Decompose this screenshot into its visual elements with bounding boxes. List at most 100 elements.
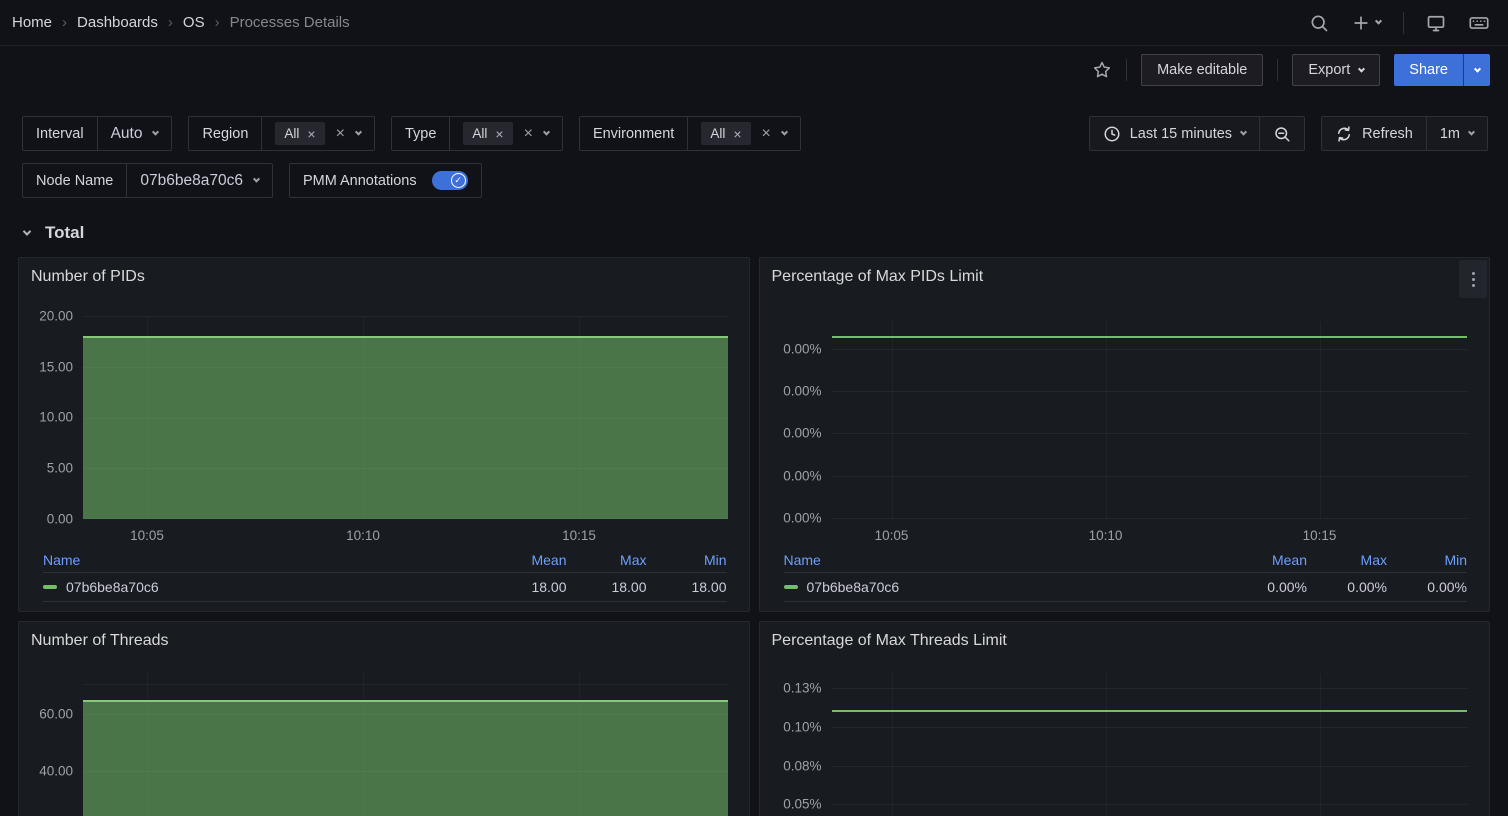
region-variable: Region All × × (188, 116, 375, 151)
gridline (892, 674, 893, 816)
search-button[interactable] (1309, 13, 1329, 33)
node-name-select[interactable]: 07b6be8a70c6 (127, 164, 272, 197)
clear-selection-icon[interactable]: × (336, 126, 345, 142)
plus-icon (1351, 13, 1371, 33)
kebab-menu-icon (1472, 278, 1475, 281)
make-editable-button[interactable]: Make editable (1141, 54, 1263, 86)
chevron-down-icon (543, 129, 550, 136)
legend-header-name[interactable]: Name (43, 552, 487, 568)
breadcrumb-os[interactable]: OS (183, 14, 205, 31)
panel-number-of-threads: Number of Threads 60.00 40.00 (18, 621, 750, 816)
remove-chip-icon[interactable]: × (733, 127, 741, 141)
share-menu-button[interactable] (1463, 54, 1490, 86)
legend-series-name[interactable]: 07b6be8a70c6 (66, 579, 159, 595)
clear-selection-icon[interactable]: × (524, 126, 533, 142)
panel-title[interactable]: Percentage of Max Threads Limit (772, 632, 1007, 650)
refresh-interval-value: 1m (1440, 126, 1460, 142)
y-tick-label: 0.00 (19, 512, 73, 527)
legend-series-name[interactable]: 07b6be8a70c6 (807, 579, 900, 595)
series-line (832, 336, 1467, 338)
gridline (832, 804, 1467, 805)
legend-header-mean[interactable]: Mean (487, 552, 567, 568)
region-chip-value: All (284, 126, 299, 141)
zoom-out-time-button[interactable] (1259, 117, 1304, 150)
panel-title[interactable]: Percentage of Max PIDs Limit (772, 268, 984, 286)
pmm-annotations-toggle[interactable]: ✓ (432, 171, 468, 190)
plot-area[interactable] (83, 674, 728, 816)
pmm-annotations-control: PMM Annotations ✓ (289, 163, 482, 198)
panel-title[interactable]: Number of Threads (31, 632, 169, 650)
legend-series-row: 07b6be8a70c6 18.00 18.00 18.00 (43, 572, 727, 602)
breadcrumb-separator-icon: › (168, 14, 173, 31)
plot-area[interactable] (832, 674, 1467, 816)
breadcrumb-current-page: Processes Details (230, 14, 350, 31)
gridline (83, 684, 728, 685)
environment-chip-all[interactable]: All × (701, 122, 750, 145)
region-chip-all[interactable]: All × (275, 122, 324, 145)
y-tick-label: 0.13% (760, 681, 822, 696)
legend-header-min[interactable]: Min (1387, 552, 1467, 568)
series-line (832, 710, 1467, 712)
legend-header-name[interactable]: Name (784, 552, 1228, 568)
legend-table: Name Mean Max Min 07b6be8a70c6 0.00% 0.0… (784, 548, 1468, 602)
y-tick-label: 20.00 (19, 309, 73, 324)
y-tick-label: 0.00% (760, 342, 822, 357)
environment-select[interactable]: All × × (688, 117, 800, 150)
type-select[interactable]: All × × (450, 117, 562, 150)
gridline (892, 322, 893, 518)
favorite-button[interactable] (1092, 60, 1112, 80)
remove-chip-icon[interactable]: × (495, 127, 503, 141)
row-total-header[interactable]: Total (24, 223, 1508, 243)
filter-row-2: Node Name 07b6be8a70c6 PMM Annotations ✓ (22, 163, 1488, 198)
type-label: Type (392, 117, 450, 150)
environment-variable: Environment All × × (579, 116, 801, 151)
refresh-interval-select[interactable]: 1m (1426, 117, 1487, 150)
chevron-down-icon (355, 129, 362, 136)
region-select[interactable]: All × × (262, 117, 374, 150)
add-new-button[interactable] (1351, 13, 1381, 33)
pmm-annotations-label: PMM Annotations (290, 164, 430, 197)
series-color-swatch (43, 585, 57, 589)
refresh-button[interactable]: Refresh (1322, 117, 1426, 150)
panel-title[interactable]: Number of PIDs (31, 268, 145, 286)
toolbar-divider (1403, 12, 1404, 34)
type-chip-all[interactable]: All × (463, 122, 512, 145)
kiosk-mode-button[interactable] (1426, 13, 1446, 33)
breadcrumb-separator-icon: › (215, 14, 220, 31)
panel-menu-button[interactable] (1459, 260, 1487, 298)
remove-chip-icon[interactable]: × (307, 127, 315, 141)
legend-header-min[interactable]: Min (647, 552, 727, 568)
time-range-button[interactable]: Last 15 minutes (1090, 117, 1259, 150)
legend-mean-value: 18.00 (487, 579, 567, 595)
breadcrumb-dashboards[interactable]: Dashboards (77, 14, 158, 31)
plot-area[interactable] (83, 316, 728, 519)
y-tick-label: 0.10% (760, 720, 822, 735)
y-tick-label: 5.00 (19, 461, 73, 476)
y-tick-label: 15.00 (19, 360, 73, 375)
pmm-annotations-toggle-wrap: ✓ (430, 164, 481, 197)
panel-percentage-max-pids: Percentage of Max PIDs Limit 0.00% 0.00%… (759, 257, 1491, 612)
legend-header-mean[interactable]: Mean (1227, 552, 1307, 568)
search-icon (1309, 13, 1329, 33)
x-tick-label: 10:05 (115, 528, 179, 543)
legend-header-max[interactable]: Max (1307, 552, 1387, 568)
y-tick-label: 0.08% (760, 759, 822, 774)
filter-row-1: Interval Auto Region All × × Type All (22, 116, 1488, 151)
export-button[interactable]: Export (1292, 54, 1380, 86)
y-tick-label: 10.00 (19, 410, 73, 425)
interval-select[interactable]: Auto (98, 117, 172, 150)
legend-header-max[interactable]: Max (567, 552, 647, 568)
keyboard-shortcuts-button[interactable] (1468, 12, 1490, 34)
clear-selection-icon[interactable]: × (762, 126, 771, 142)
y-tick-label: 0.05% (760, 797, 822, 812)
y-tick-label: 60.00 (19, 707, 73, 722)
chevron-down-icon (1375, 18, 1382, 25)
plot-area[interactable] (832, 322, 1467, 518)
gridline (1106, 674, 1107, 816)
top-nav: Home › Dashboards › OS › Processes Detai… (0, 0, 1508, 46)
legend-header-row: Name Mean Max Min (43, 548, 727, 572)
breadcrumb-home[interactable]: Home (12, 14, 52, 31)
star-icon (1092, 60, 1112, 80)
clock-icon (1103, 125, 1121, 143)
share-button[interactable]: Share (1394, 54, 1463, 86)
